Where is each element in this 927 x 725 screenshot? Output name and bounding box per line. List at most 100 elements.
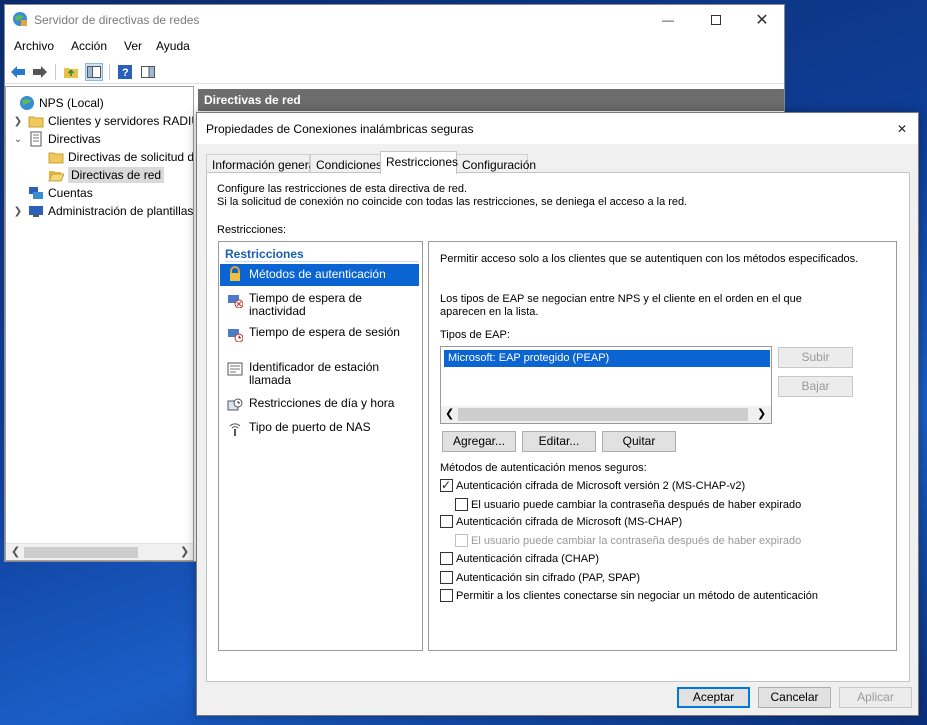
menu-archivo[interactable]: Archivo: [14, 39, 54, 53]
chevron-down-icon[interactable]: ⌄: [12, 134, 24, 145]
checkbox-no-auth-method[interactable]: Permitir a los clientes conectarse sin n…: [440, 589, 818, 602]
tab-restricciones[interactable]: Restricciones: [380, 151, 458, 174]
policy-icon: [30, 131, 42, 147]
cancel-button[interactable]: Cancelar: [758, 687, 831, 708]
templates-icon: [29, 206, 43, 217]
checkbox-box[interactable]: [440, 589, 453, 602]
checkbox-chap[interactable]: Autenticación cifrada (CHAP): [440, 552, 599, 565]
forward-button[interactable]: [31, 63, 49, 81]
action-pane-icon: [141, 66, 155, 78]
folder-icon: [48, 152, 64, 164]
minimize-button[interactable]: —: [645, 5, 691, 35]
remove-eap-button[interactable]: Quitar: [602, 431, 676, 452]
list-item-authentication-methods[interactable]: Métodos de autenticación: [220, 264, 419, 286]
tree-node-radius-clients[interactable]: ❯ Clientes y servidores RADIUS: [12, 112, 193, 130]
checkbox-pap-spap[interactable]: Autenticación sin cifrado (PAP, SPAP): [440, 571, 640, 584]
tree-node-network-policies[interactable]: Directivas de red: [32, 166, 165, 184]
checkbox-box[interactable]: [440, 571, 453, 584]
dialog-close-button[interactable]: ✕: [888, 113, 918, 144]
ok-button[interactable]: Aceptar: [677, 687, 750, 708]
apply-button[interactable]: Aplicar: [839, 687, 912, 708]
maximize-button[interactable]: [693, 5, 739, 35]
scroll-right-icon[interactable]: ❯: [757, 407, 766, 420]
menu-ayuda[interactable]: Ayuda: [156, 39, 190, 53]
window-title: Servidor de directivas de redes: [34, 13, 200, 27]
back-arrow-icon: [11, 66, 25, 78]
tab-informacion-general[interactable]: Información general: [206, 154, 318, 173]
scroll-left-icon[interactable]: ❮: [11, 545, 20, 558]
edit-eap-button[interactable]: Editar...: [522, 431, 596, 452]
add-eap-button[interactable]: Agregar...: [442, 431, 516, 452]
folder-icon: [28, 116, 44, 128]
tree-horizontal-scrollbar[interactable]: ❮ ❯: [6, 543, 193, 560]
list-item-day-time[interactable]: Restricciones de día y hora: [220, 397, 419, 413]
list-item-peap[interactable]: Microsoft: EAP protegido (PEAP): [444, 350, 770, 367]
toolbar-separator: [55, 64, 56, 80]
tab-configuracion[interactable]: Configuración: [456, 154, 536, 173]
tree-node-directivas[interactable]: ⌄ Directivas: [12, 130, 101, 148]
chevron-right-icon[interactable]: ❯: [12, 116, 24, 127]
dialog-titlebar: Propiedades de Conexiones inalámbricas s…: [197, 113, 918, 144]
checkbox-mschapv2-change-password[interactable]: El usuario puede cambiar la contraseña d…: [455, 498, 801, 511]
intro-text: Configure las restricciones de esta dire…: [217, 183, 688, 208]
help-button[interactable]: ?: [116, 63, 134, 81]
eap-horizontal-scrollbar[interactable]: ❮ ❯: [441, 406, 771, 423]
list-item-idle-timeout[interactable]: Tiempo de espera de inactividad: [220, 292, 419, 318]
svg-text:?: ?: [122, 67, 129, 79]
dialog-title: Propiedades de Conexiones inalámbricas s…: [206, 122, 474, 136]
chevron-right-icon[interactable]: ❯: [12, 206, 24, 217]
menu-ver[interactable]: Ver: [124, 39, 142, 53]
list-item-nas-port-type[interactable]: Tipo de puerto de NAS: [220, 421, 419, 437]
checkbox-box[interactable]: [440, 552, 453, 565]
checkbox-box[interactable]: [440, 515, 453, 528]
tree-node-nps-local[interactable]: NPS (Local): [7, 94, 104, 112]
maximize-icon: [711, 15, 721, 25]
tab-condiciones[interactable]: Condiciones: [310, 154, 382, 173]
minimize-icon: —: [662, 13, 674, 27]
scroll-right-icon[interactable]: ❯: [180, 545, 189, 558]
toolbar: ?: [5, 60, 784, 84]
checkbox-box[interactable]: [455, 534, 468, 547]
back-button[interactable]: [9, 63, 27, 81]
scrollbar-thumb[interactable]: [24, 547, 138, 558]
checkbox-mschap[interactable]: Autenticación cifrada de Microsoft (MS-C…: [440, 515, 682, 528]
authentication-methods-pane: Permitir acceso solo a los clientes que …: [428, 241, 897, 651]
close-button[interactable]: ✕: [739, 5, 785, 35]
tree-node-templates[interactable]: ❯ Administración de plantillas: [12, 202, 193, 220]
nas-port-icon: [229, 423, 241, 436]
console-tree-icon: [87, 66, 101, 78]
scroll-left-icon[interactable]: ❮: [445, 407, 454, 420]
move-down-button[interactable]: Bajar: [778, 376, 853, 397]
checkbox-box[interactable]: ✓: [440, 478, 453, 492]
move-up-button[interactable]: Subir: [778, 347, 853, 368]
restrictions-list: Restricciones Métodos de autenticación T…: [218, 241, 423, 651]
checkbox-mschap-change-password[interactable]: El usuario puede cambiar la contraseña d…: [455, 534, 801, 547]
checkbox-box[interactable]: [455, 498, 468, 511]
forward-arrow-icon: [33, 66, 47, 78]
accounts-icon: [29, 187, 43, 199]
list-item-session-timeout[interactable]: Tiempo de espera de sesión: [220, 326, 419, 342]
lock-icon: [230, 266, 240, 281]
station-id-icon: [227, 362, 243, 376]
nps-icon: [13, 12, 27, 26]
list-item-called-station-id[interactable]: Identificador de estación llamada: [220, 361, 419, 387]
idle-timeout-icon: [228, 295, 243, 308]
folder-open-icon: [48, 171, 64, 182]
scrollbar-thumb[interactable]: [458, 408, 748, 421]
properties-pane-button[interactable]: [139, 63, 157, 81]
close-icon: ✕: [755, 12, 769, 29]
menu-accion[interactable]: Acción: [71, 39, 107, 53]
tree-node-connection-request-policies[interactable]: Directivas de solicitud de conexión: [32, 148, 193, 166]
help-icon: ?: [118, 65, 132, 79]
checkbox-mschapv2[interactable]: ✓ Autenticación cifrada de Microsoft ver…: [440, 478, 745, 492]
mmc-titlebar: Servidor de directivas de redes — ✕: [5, 5, 784, 35]
up-folder-button[interactable]: [62, 63, 80, 81]
tree-node-accounts[interactable]: Cuentas: [16, 184, 93, 202]
divider: [225, 261, 418, 262]
close-icon: ✕: [897, 122, 908, 136]
up-folder-icon: [64, 68, 78, 78]
checkmark-icon: ✓: [441, 478, 452, 492]
eap-types-list[interactable]: Microsoft: EAP protegido (PEAP) ❮ ❯: [440, 346, 772, 424]
properties-dialog: Propiedades de Conexiones inalámbricas s…: [196, 112, 919, 716]
show-tree-button[interactable]: [85, 63, 103, 81]
